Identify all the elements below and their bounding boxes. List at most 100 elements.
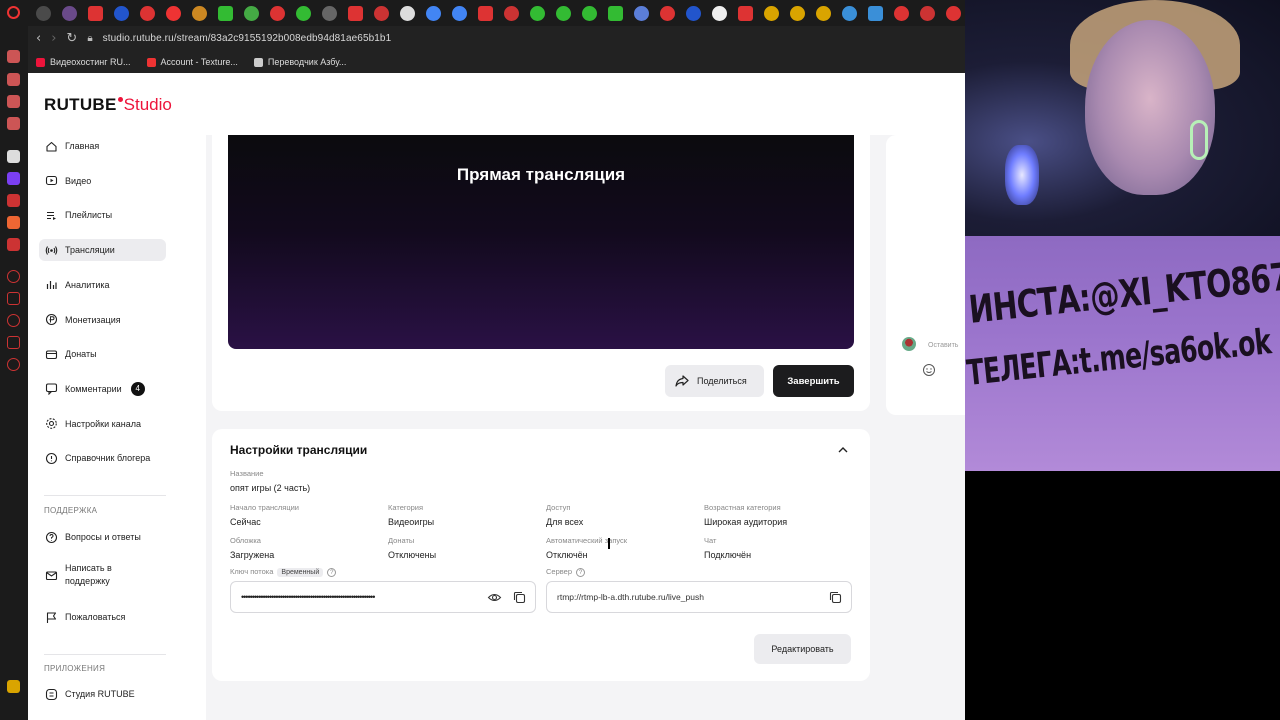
tab-favicon-icon[interactable]	[556, 5, 571, 21]
tab-favicon-icon[interactable]	[88, 5, 103, 21]
sidebar-app-icon[interactable]	[7, 270, 20, 283]
help-icon[interactable]: ?	[327, 567, 337, 577]
tab-favicon-icon[interactable]	[920, 5, 935, 21]
end-stream-button[interactable]: Завершить	[773, 365, 854, 397]
edit-button[interactable]: Редактировать	[754, 634, 851, 664]
sidebar-app-icon[interactable]	[7, 238, 20, 251]
chevron-up-icon[interactable]	[836, 443, 850, 457]
reload-icon[interactable]: ↻	[66, 31, 77, 46]
comment-input[interactable]: Оставить	[928, 342, 958, 349]
tab-favicon-icon[interactable]	[426, 5, 441, 21]
tab-favicon-icon[interactable]	[582, 5, 597, 21]
back-icon[interactable]: ‹	[36, 31, 41, 46]
tab-favicon-icon[interactable]	[686, 5, 701, 21]
sidebar-app-icon[interactable]	[7, 216, 20, 229]
copy-icon[interactable]	[512, 590, 527, 605]
tab-favicon-icon[interactable]	[478, 5, 493, 21]
sidebar-app-icon[interactable]	[7, 95, 20, 108]
tab-favicon-icon[interactable]	[348, 5, 363, 21]
bookmark[interactable]: Видеохостинг RU...	[36, 57, 131, 67]
forward-icon[interactable]: ›	[51, 31, 56, 46]
tab-favicon-icon[interactable]	[712, 5, 727, 21]
tab-favicon-icon[interactable]	[192, 5, 207, 21]
tab-favicon-icon[interactable]	[36, 5, 51, 21]
tab-favicon-icon[interactable]	[400, 5, 415, 21]
share-button[interactable]: Поделиться	[665, 365, 764, 397]
sidebar-app-icon[interactable]	[7, 172, 20, 185]
opera-logo-icon[interactable]	[7, 6, 20, 19]
sign-line-1: ИНСТА:@XI_KTO867	[966, 254, 1280, 332]
server-field[interactable]: rtmp://rtmp-lb-a.dth.rutube.ru/live_push	[546, 581, 852, 613]
emoji-icon[interactable]	[922, 363, 936, 377]
gear-icon[interactable]	[7, 358, 20, 371]
tab-favicon-icon[interactable]	[114, 5, 129, 21]
sidebar-item-flag[interactable]: Пожаловаться	[39, 606, 166, 628]
sidebar-app-icon[interactable]	[7, 194, 20, 207]
tab-favicon-icon[interactable]	[842, 5, 857, 21]
sidebar-nav: ПОДДЕРЖКА ПРИЛОЖЕНИЯ Главная Видео Плейлис…	[28, 135, 206, 720]
sidebar-item-book[interactable]: Справочник блогера	[39, 447, 166, 469]
tab-favicon-icon[interactable]	[634, 5, 649, 21]
tab-favicon-icon[interactable]	[946, 5, 961, 21]
tab-favicon-icon[interactable]	[270, 5, 285, 21]
tab-favicon-icon[interactable]	[868, 5, 883, 21]
tab-favicon-icon[interactable]	[738, 5, 753, 21]
avatar	[902, 337, 916, 351]
field-value: Отключён	[546, 550, 588, 560]
tab-favicon-icon[interactable]	[790, 5, 805, 21]
donate-icon	[45, 350, 58, 359]
sidebar-item-gear[interactable]: Настройки канала	[39, 413, 166, 435]
webcam-video	[965, 0, 1280, 236]
tab-favicon-icon[interactable]	[452, 5, 467, 21]
sidebar-item-question[interactable]: Вопросы и ответы	[39, 526, 166, 548]
tab-favicon-icon[interactable]	[608, 5, 623, 21]
tab-favicon-icon[interactable]	[166, 5, 181, 21]
tab-favicon-icon[interactable]	[244, 5, 259, 21]
sidebar-app-icon[interactable]	[7, 336, 20, 349]
sidebar-app-icon[interactable]	[7, 150, 20, 163]
sidebar-item-analytics[interactable]: Аналитика	[39, 274, 166, 296]
tab-favicon-icon[interactable]	[140, 5, 155, 21]
sidebar-app-icon[interactable]	[7, 680, 20, 693]
address-bar: ‹ › ↻ 🔒︎ studio.rutube.ru/stream/83a2c91…	[28, 26, 965, 51]
tab-favicon-icon[interactable]	[764, 5, 779, 21]
eye-icon[interactable]	[487, 590, 502, 605]
sidebar-item-studio-app[interactable]: Студия RUTUBE	[39, 683, 166, 705]
comments-count-badge: 4	[130, 381, 145, 396]
rutube-studio-logo[interactable]: RUTUBE Studio	[44, 95, 172, 115]
sidebar-item-video[interactable]: Видео	[39, 170, 166, 192]
tab-favicon-icon[interactable]	[296, 5, 311, 21]
sidebar-item-label: Комментарии	[65, 383, 122, 394]
tab-favicon-icon[interactable]	[816, 5, 831, 21]
sidebar-app-icon[interactable]	[7, 50, 20, 63]
sidebar-app-icon[interactable]	[7, 314, 20, 327]
sidebar-app-icon[interactable]	[7, 73, 20, 86]
tab-favicon-icon[interactable]	[62, 5, 77, 21]
bookmark[interactable]: Переводчик Азбу...	[253, 57, 346, 67]
support-section-title: ПОДДЕРЖКА	[44, 506, 98, 515]
sidebar-item-playlist[interactable]: Плейлисты	[39, 204, 166, 226]
copy-icon[interactable]	[828, 590, 843, 605]
sidebar-item-home[interactable]: Главная	[39, 135, 166, 157]
sidebar-item-comments[interactable]: Комментарии 4	[39, 378, 166, 400]
stream-player[interactable]: Прямая трансляция	[228, 135, 854, 349]
url-field[interactable]: studio.rutube.ru/stream/83a2c9155192b008…	[103, 33, 392, 44]
sidebar-item-mail[interactable]: Написать в поддержку	[39, 560, 166, 590]
bookmark[interactable]: Account - Texture...	[146, 57, 238, 67]
sidebar-app-icon[interactable]	[7, 117, 20, 130]
sidebar-item-donate[interactable]: Донаты	[39, 343, 166, 365]
sidebar-item-broadcast[interactable]: Трансляции	[39, 239, 166, 262]
sidebar-app-icon[interactable]	[7, 292, 20, 305]
tab-favicon-icon[interactable]	[374, 5, 389, 21]
help-icon[interactable]: ?	[576, 567, 586, 577]
stream-key-field[interactable]: ••••••••••••••••••••••••••••••••••••••••…	[230, 581, 536, 613]
tab-favicon-icon[interactable]	[322, 5, 337, 21]
sidebar-item-monetization[interactable]: Монетизация	[39, 309, 166, 331]
tab-favicon-icon[interactable]	[218, 5, 233, 21]
tab-favicon-icon[interactable]	[894, 5, 909, 21]
player-title: Прямая трансляция	[456, 165, 626, 184]
tab-favicon-icon[interactable]	[530, 5, 545, 21]
analytics-icon	[46, 281, 57, 290]
tab-favicon-icon[interactable]	[660, 5, 675, 21]
tab-favicon-icon[interactable]	[504, 5, 519, 21]
